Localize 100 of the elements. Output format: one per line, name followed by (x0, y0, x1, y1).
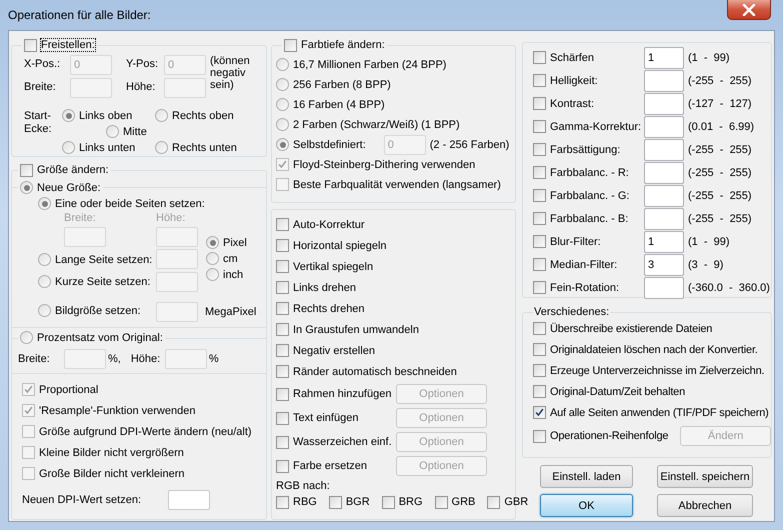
checkbox[interactable]: Ränder automatisch beschneiden (276, 364, 457, 380)
radio-button[interactable]: 16,7 Millionen Farben (24 BPP) (276, 56, 446, 72)
input-field[interactable] (164, 78, 206, 98)
field-label: Start-Ecke: (24, 108, 53, 136)
checkbox[interactable]: Farbsättigung: (533, 142, 644, 158)
input-field[interactable] (644, 92, 684, 114)
checkbox[interactable]: Fein-Rotation: (533, 280, 644, 296)
field-label: Neuen DPI-Wert setzen: (22, 494, 142, 506)
input-field[interactable] (70, 78, 112, 98)
radio-button[interactable]: Links oben (62, 108, 132, 124)
checkbox[interactable]: Kleine Bilder nicht vergrößern (22, 444, 184, 460)
input-field[interactable] (156, 248, 198, 268)
checkbox[interactable]: Farbbalanc. - B: (533, 210, 644, 226)
checkbox[interactable]: Schärfen (533, 50, 644, 66)
radio-button[interactable]: Kurze Seite setzen: (38, 274, 150, 290)
checkbox[interactable]: Floyd-Steinberg-Dithering verwenden (276, 156, 476, 172)
checkbox[interactable]: Proportional (22, 382, 98, 398)
checkbox[interactable]: Operationen-Reihenfolge (533, 428, 668, 444)
checkbox[interactable]: Kontrast: (533, 96, 644, 112)
radio-button[interactable]: Links unten (62, 140, 136, 156)
checkbox[interactable]: Rahmen hinzufügen (276, 386, 396, 402)
checkbox[interactable]: Erzeuge Unterverzeichnisse im Zielverzeichn. (533, 362, 764, 378)
input-field[interactable]: 1 (644, 46, 684, 68)
input-field[interactable] (644, 116, 684, 138)
radio-button[interactable]: Pixel (206, 234, 266, 250)
input-field[interactable] (156, 302, 198, 322)
range-hint: (2 - 256 Farben) (430, 138, 510, 150)
radio-button[interactable]: Rechts unten (155, 140, 237, 156)
radio-button[interactable]: cm (206, 250, 266, 266)
input-field[interactable] (168, 490, 210, 510)
checkbox[interactable]: Text einfügen (276, 410, 396, 426)
checkbox[interactable]: In Graustufen umwandeln (276, 322, 419, 338)
radio-button[interactable]: inch (206, 266, 266, 282)
checkbox[interactable]: Helligkeit: (533, 72, 644, 88)
input-field[interactable] (644, 162, 684, 184)
checkbox[interactable]: Rechts drehen (276, 300, 396, 316)
check-icon (23, 405, 34, 416)
checkbox[interactable]: Wasserzeichen einf. (276, 434, 396, 450)
input-field[interactable] (156, 272, 198, 292)
checkbox[interactable]: Gamma-Korrektur: (533, 118, 644, 134)
checkbox[interactable]: Links drehen (276, 280, 396, 296)
checkbox[interactable]: GRB (434, 494, 476, 510)
radio-button[interactable]: Prozentsatz vom Original: (20, 330, 163, 346)
checkbox[interactable]: Vertikal spiegeln (276, 258, 396, 274)
dialog-button[interactable]: Einstell. laden (540, 465, 633, 488)
close-button[interactable] (727, 0, 771, 20)
radio-button[interactable]: 2 Farben (Schwarz/Weiß) (1 BPP) (276, 116, 460, 132)
radio-button[interactable]: Selbstdefiniert: (276, 136, 366, 152)
dialog-button[interactable]: OK (540, 494, 633, 517)
radio-button[interactable]: Rechts oben (155, 108, 234, 124)
input-field[interactable]: 1 (644, 230, 684, 252)
input-field[interactable] (644, 70, 684, 92)
checkbox[interactable]: Farbbalanc. - R: (533, 164, 644, 180)
input-field[interactable] (644, 184, 684, 206)
checkbox[interactable]: BGR (328, 494, 370, 510)
checkbox[interactable]: Große Bilder nicht verkleinern (22, 466, 185, 482)
checkbox[interactable]: Größe ändern: (20, 162, 109, 178)
input-field[interactable] (644, 208, 684, 230)
input-field[interactable] (64, 349, 106, 369)
range-hint: (-255 - 255) (688, 212, 752, 224)
field-label: Höhe: (126, 80, 156, 92)
section-label: RGB nach: (276, 480, 331, 492)
checkbox[interactable]: Auto-Korrektur (276, 216, 396, 232)
input-field[interactable] (164, 349, 207, 369)
checkbox[interactable]: Horizontal spiegeln (276, 238, 396, 254)
checkbox[interactable]: Größe aufgrund DPI-Werte ändern (neu/alt) (22, 424, 252, 440)
radio-button[interactable]: Neue Größe: (20, 180, 101, 196)
checkbox[interactable]: Original-Datum/Zeit behalten (533, 384, 686, 400)
checkbox[interactable]: Originaldateien löschen nach der Konvertier. (533, 342, 758, 358)
checkbox[interactable]: RBG (276, 494, 317, 510)
checkbox[interactable]: Beste Farbqualität verwenden (langsamer) (276, 176, 501, 192)
range-hint: (1 - 99) (688, 236, 730, 248)
checkbox[interactable]: Farbbalanc. - G: (533, 188, 644, 204)
radio-button[interactable]: 256 Farben (8 BPP) (276, 76, 391, 92)
input-field[interactable] (64, 226, 106, 246)
dialog-button[interactable]: Abbrechen (657, 494, 753, 517)
dialog-button[interactable]: Einstell. speichern (657, 465, 753, 488)
checkbox[interactable]: Negativ erstellen (276, 342, 396, 358)
checkbox[interactable]: Blur-Filter: (533, 234, 644, 250)
unit-label: %, (108, 353, 121, 365)
checkbox[interactable]: 'Resample'-Funktion verwenden (22, 402, 196, 418)
checkbox[interactable]: GBR (487, 494, 528, 510)
checkbox[interactable]: Auf alle Seiten anwenden (TIF/PDF speichern) (533, 404, 769, 420)
input-field[interactable] (156, 226, 198, 246)
input-field[interactable] (644, 138, 684, 160)
radio-button[interactable]: Lange Seite setzen: (38, 252, 152, 268)
checkbox[interactable]: Median-Filter: (533, 256, 644, 272)
field-label: Höhe: (156, 212, 186, 224)
field-label: Breite: (18, 353, 51, 365)
checkbox[interactable]: Farbtiefe ändern: (284, 37, 385, 53)
checkbox[interactable]: Überschreibe existierende Dateien (533, 320, 712, 336)
checkbox[interactable]: Farbe ersetzen (276, 458, 396, 474)
checkbox[interactable]: Freistellen: (24, 37, 95, 53)
checkbox[interactable]: BRG (382, 494, 423, 510)
radio-button[interactable]: Bildgröße setzen: (38, 302, 141, 319)
input-field[interactable] (644, 276, 684, 298)
radio-button[interactable]: 16 Farben (4 BPP) (276, 96, 385, 112)
input-field[interactable]: 3 (644, 254, 684, 276)
radio-button[interactable]: Mitte (106, 124, 147, 140)
radio-button[interactable]: Eine oder beide Seiten setzen: (38, 196, 205, 212)
